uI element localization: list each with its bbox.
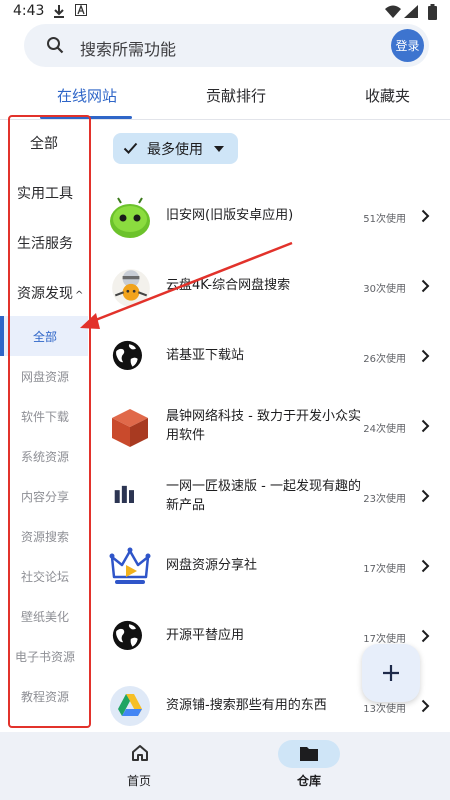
tab-favorites[interactable]: 收藏夹 xyxy=(365,85,410,106)
tab-online-sites[interactable]: 在线网站 xyxy=(57,85,117,106)
bottom-navigation: 首页 仓库 xyxy=(0,732,450,800)
login-button[interactable]: 登录 xyxy=(391,29,424,62)
site-title: 云盘4K-综合网盘搜索 xyxy=(166,278,291,293)
site-title: 晨钟网络科技 - 致力于开发小众实用软件 xyxy=(166,409,361,443)
site-title: 开源平替应用 xyxy=(166,628,245,643)
sidebar-sub-system[interactable]: 系统资源 xyxy=(21,448,69,465)
sidebar-sub-ebook[interactable]: 电子书资源 xyxy=(15,648,75,665)
search-placeholder: 搜索所需功能 xyxy=(80,40,177,59)
site-title: 诺基亚下载站 xyxy=(166,348,245,363)
android-icon xyxy=(110,197,150,238)
expand-caret-icon: ^ xyxy=(75,290,84,301)
status-time: 4:43 xyxy=(13,3,45,19)
sidebar-item-life[interactable]: 生活服务 xyxy=(17,233,73,253)
sort-filter-chip[interactable]: 最多使用 xyxy=(113,133,238,164)
usage-count: 17次使用 xyxy=(363,634,406,645)
category-sidebar: 全部 实用工具 生活服务 资源发现 ^ 全部 网盘资源 软件下载 系统资源 内容分… xyxy=(0,120,95,732)
wifi-icon xyxy=(385,5,401,18)
tab-indicator xyxy=(40,116,132,119)
plus-icon xyxy=(383,665,399,681)
site-list-item[interactable]: 旧安网(旧版安卓应用) 51次使用 xyxy=(105,181,435,251)
search-icon xyxy=(47,37,64,54)
site-list-item[interactable]: 云盘4K-综合网盘搜索 30次使用 xyxy=(105,251,435,321)
site-title: 资源铺-搜索那些有用的东西 xyxy=(166,698,327,713)
nav-home-label[interactable]: 首页 xyxy=(127,772,151,789)
site-title: 网盘资源分享社 xyxy=(166,558,258,573)
site-title: 旧安网(旧版安卓应用) xyxy=(166,208,294,223)
app-notification-icon xyxy=(75,4,87,16)
usage-count: 26次使用 xyxy=(363,354,406,365)
nav-repository-active-pill[interactable] xyxy=(278,740,340,768)
cat-mascot-icon xyxy=(112,269,150,307)
folder-icon xyxy=(300,747,318,761)
site-list-item[interactable]: 诺基亚下载站 26次使用 xyxy=(105,321,435,391)
add-site-button[interactable] xyxy=(362,644,420,702)
sidebar-item-label: 资源发现 xyxy=(17,286,73,302)
tab-bar: 在线网站 贡献排行 收藏夹 xyxy=(0,78,450,120)
sidebar-sub-wallpaper[interactable]: 壁纸美化 xyxy=(21,608,69,625)
crown-play-icon xyxy=(109,547,151,584)
sidebar-sub-tutorial[interactable]: 教程资源 xyxy=(21,688,69,705)
usage-count: 24次使用 xyxy=(363,424,406,435)
usage-count: 17次使用 xyxy=(363,564,406,575)
signal-icon xyxy=(404,5,418,18)
search-bar[interactable]: 搜索所需功能 登录 xyxy=(24,24,429,67)
bars-icon xyxy=(114,485,134,503)
usage-count: 13次使用 xyxy=(363,704,406,715)
sidebar-sub-software[interactable]: 软件下载 xyxy=(21,408,69,425)
usage-count: 30次使用 xyxy=(363,284,406,295)
nav-repository-label[interactable]: 仓库 xyxy=(297,772,321,789)
chevron-right-icon xyxy=(421,419,430,433)
dropdown-arrow-icon xyxy=(214,146,224,152)
download-icon xyxy=(54,5,64,18)
chevron-right-icon xyxy=(421,279,430,293)
globe-icon xyxy=(112,340,142,370)
sidebar-item-all[interactable]: 全部 xyxy=(30,133,58,153)
sidebar-sub-all[interactable]: 全部 xyxy=(33,328,57,345)
site-list-item[interactable]: 网盘资源分享社 17次使用 xyxy=(105,531,435,601)
usage-count: 23次使用 xyxy=(363,494,406,505)
sidebar-item-resources[interactable]: 资源发现 ^ xyxy=(17,283,83,303)
tab-contribution-rank[interactable]: 贡献排行 xyxy=(206,85,266,106)
cube-icon xyxy=(112,409,148,447)
chevron-right-icon xyxy=(421,629,430,643)
home-icon[interactable] xyxy=(131,744,149,762)
status-bar: 4:43 xyxy=(0,0,450,26)
sidebar-active-indicator xyxy=(0,316,4,356)
globe-icon xyxy=(112,620,142,650)
sidebar-item-tools[interactable]: 实用工具 xyxy=(17,183,73,203)
battery-icon xyxy=(428,4,437,20)
site-list-item[interactable]: 一网一匠极速版 - 一起发现有趣的新产品 23次使用 xyxy=(105,461,435,531)
sidebar-sub-search[interactable]: 资源搜索 xyxy=(21,528,69,545)
usage-count: 51次使用 xyxy=(363,214,406,225)
chevron-right-icon xyxy=(421,489,430,503)
sort-filter-label: 最多使用 xyxy=(147,142,203,158)
check-icon xyxy=(123,142,138,154)
drive-icon xyxy=(110,686,150,726)
site-list-item[interactable]: 晨钟网络科技 - 致力于开发小众实用软件 24次使用 xyxy=(105,391,435,461)
sidebar-sub-content[interactable]: 内容分享 xyxy=(21,488,69,505)
sidebar-sub-forum[interactable]: 社交论坛 xyxy=(21,568,69,585)
chevron-right-icon xyxy=(421,349,430,363)
chevron-right-icon xyxy=(421,699,430,713)
chevron-right-icon xyxy=(421,209,430,223)
chevron-right-icon xyxy=(421,559,430,573)
sidebar-sub-netdisk[interactable]: 网盘资源 xyxy=(21,368,69,385)
site-title: 一网一匠极速版 - 一起发现有趣的新产品 xyxy=(166,479,361,513)
